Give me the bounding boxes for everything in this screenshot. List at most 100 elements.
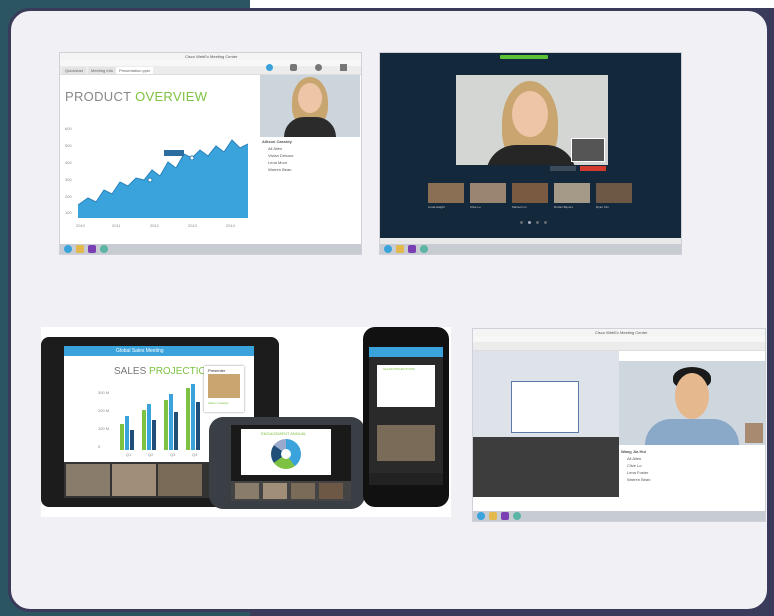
video-thumb[interactable] [428, 183, 464, 203]
participant-row[interactable]: Lena Moor [262, 160, 358, 167]
y-tick: 400 [65, 160, 72, 165]
video-panel [260, 75, 360, 137]
svg-text:Q3: Q3 [170, 452, 176, 457]
participant-row[interactable]: Lena Foster [621, 470, 761, 477]
video-thumb[interactable] [470, 183, 506, 203]
participant-row[interactable]: Ali Allen [621, 456, 761, 463]
y-tick: 500 [65, 143, 72, 148]
tab-meeting-info[interactable]: Meeting Info [88, 67, 117, 74]
participants-list: Wang Jia Hui Ali Allen Clive Lo Lena Fos… [621, 449, 761, 501]
webex-icon[interactable] [420, 245, 428, 253]
vs-icon[interactable] [88, 245, 96, 253]
iphone-header [369, 347, 443, 357]
x-tick: 2014 [226, 223, 236, 228]
thumb-label: Linda Haight [428, 205, 445, 209]
more-icon[interactable] [340, 64, 347, 71]
bars [120, 384, 200, 450]
svg-text:100 M: 100 M [98, 426, 109, 431]
shared-window [511, 381, 579, 433]
participant-row[interactable]: Vivian Delcour [262, 153, 358, 160]
presenter-label: Presenter [208, 368, 226, 373]
android-screen: ENGAGEMENT ANNUAL [231, 425, 351, 501]
android-slide-title: ENGAGEMENT ANNUAL [261, 431, 307, 436]
main-video [456, 75, 608, 165]
slide-area: PRODUCT OVERVIEW 600 500 400 300 200 100… [60, 75, 260, 243]
svg-text:Q2: Q2 [148, 452, 154, 457]
video-thumb[interactable] [263, 483, 287, 499]
vs-icon[interactable] [501, 512, 509, 520]
video-thumb[interactable] [554, 183, 590, 203]
desktop-overview-screenshot: Cisco WebEx Meeting Center Quickstart Me… [60, 53, 361, 254]
thumb-label: Rohan Bayers [554, 205, 574, 209]
leave-button[interactable] [580, 166, 606, 171]
stop-video-button[interactable] [550, 166, 576, 171]
start-icon[interactable] [64, 245, 72, 253]
iphone-screen: SALES PROJECTIONS [369, 347, 443, 485]
window-title: Cisco WebEx Meeting Center [595, 330, 648, 335]
video-thumb[interactable] [596, 183, 632, 203]
dark-area [473, 437, 619, 497]
vs-icon[interactable] [408, 245, 416, 253]
participant-name: Allison Cassidy [262, 139, 292, 144]
svg-text:300 M: 300 M [98, 390, 109, 395]
participant-video-woman [280, 75, 340, 137]
thumb-label: Marisol Lin [512, 205, 527, 209]
participant-row[interactable]: Ali Allen [262, 146, 358, 153]
video-thumb[interactable] [158, 464, 202, 496]
start-icon[interactable] [477, 512, 485, 520]
video-fullscreen-screenshot: Linda Haight Clive Lo Marisol Lin Rohan … [380, 53, 681, 254]
thumbnail-strip: Linda Haight Clive Lo Marisol Lin Rohan … [424, 183, 634, 213]
status-bar [500, 55, 548, 59]
desktop-sharing-screenshot: Cisco WebEx Meeting Center Wang Jia Hui … [473, 329, 765, 521]
webex-icon[interactable] [100, 245, 108, 253]
marker [147, 177, 153, 183]
folder-icon[interactable] [76, 245, 84, 253]
participant-row[interactable]: Wang Jia Hui [621, 449, 761, 456]
video-thumb[interactable] [66, 464, 110, 496]
shared-app-area [473, 351, 619, 437]
participant-row[interactable]: Warren Bean [262, 167, 358, 174]
webex-icon[interactable] [513, 512, 521, 520]
area-series [78, 140, 248, 218]
tablet-header: Global Sales Meeting [64, 346, 254, 356]
folder-icon[interactable] [396, 245, 404, 253]
meeting-title: Global Sales Meeting [116, 348, 164, 354]
participant-row[interactable]: Warren Bean [621, 477, 761, 484]
tab-presentation[interactable]: Presentation.pptx [116, 67, 154, 74]
taskbar [380, 244, 681, 254]
iphone-slide: SALES PROJECTIONS [377, 365, 435, 407]
chat-icon[interactable] [290, 64, 297, 71]
y-tick: 600 [65, 126, 72, 131]
marker [189, 155, 195, 161]
iphone-video [377, 425, 435, 461]
video-thumb[interactable] [291, 483, 315, 499]
video-thumb[interactable] [512, 183, 548, 203]
video-thumb[interactable] [319, 483, 343, 499]
android-device: ENGAGEMENT ANNUAL [209, 417, 365, 509]
thumb-label: Ryan Kim [596, 205, 610, 209]
self-view [571, 138, 605, 162]
self-view [745, 423, 763, 443]
presenter-card: Presenter Allison Cassidy [204, 366, 244, 412]
slide-title-overview: OVERVIEW [135, 89, 208, 104]
tab-quickstart[interactable]: Quickstart [62, 67, 87, 74]
x-tick: 2010 [76, 223, 86, 228]
notes-icon[interactable] [315, 64, 322, 71]
start-icon[interactable] [384, 245, 392, 253]
window-title: Cisco WebEx Meeting Center [185, 54, 238, 59]
participants-icon[interactable] [266, 64, 273, 71]
y-tick: 200 [65, 194, 72, 199]
video-thumb[interactable] [112, 464, 156, 496]
participant-row[interactable]: Clive Lo [621, 463, 761, 470]
svg-text:0: 0 [98, 444, 101, 449]
folder-icon[interactable] [489, 512, 497, 520]
tab-bar [473, 342, 765, 351]
area-chart: 600 500 400 300 200 100 2010 2011 2012 2… [65, 126, 249, 228]
x-tick: 2013 [188, 223, 198, 228]
video-thumb[interactable] [235, 483, 259, 499]
iphone-device: SALES PROJECTIONS [363, 327, 449, 507]
slide-title-product: PRODUCT [65, 89, 136, 104]
bar-chart: 300 M 200 M 100 M 0 Q1 Q2 Q3 Q4 [98, 384, 200, 457]
participants-list: Allison Cassidy Ali Allen Vivian Delcour… [262, 139, 358, 229]
page-dots [520, 221, 550, 224]
